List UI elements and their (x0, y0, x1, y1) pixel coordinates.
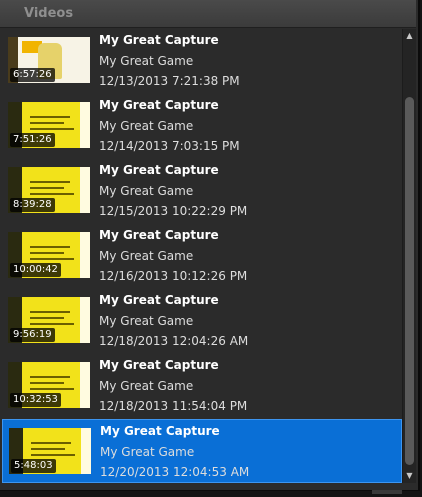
video-date: 12/16/2013 10:12:26 PM (99, 269, 248, 283)
video-game: My Great Game (99, 379, 194, 393)
video-date: 12/18/2013 12:04:26 AM (99, 334, 249, 348)
video-date: 12/20/2013 12:04:53 AM (100, 465, 250, 479)
video-duration: 10:00:42 (10, 263, 61, 277)
video-item[interactable]: 9:56:19 My Great Capture My Great Game 1… (2, 289, 402, 353)
video-thumbnail: 5:48:03 (9, 428, 91, 474)
video-game: My Great Game (100, 445, 195, 459)
panel-title: Videos (24, 6, 74, 21)
arrow-up-icon[interactable]: ▲ (403, 29, 416, 43)
video-title: My Great Capture (99, 98, 219, 112)
video-item[interactable]: 8:39:28 My Great Capture My Great Game 1… (2, 159, 402, 223)
video-duration: 5:48:03 (11, 459, 56, 473)
video-title: My Great Capture (100, 424, 220, 438)
resize-grip (372, 490, 402, 494)
video-title: My Great Capture (99, 163, 219, 177)
video-game: My Great Game (99, 249, 194, 263)
video-duration: 10:32:53 (10, 393, 61, 407)
video-title: My Great Capture (99, 228, 219, 242)
vertical-scrollbar[interactable]: ▲ ▼ (402, 29, 416, 483)
video-duration: 6:57:26 (10, 68, 55, 82)
video-title: My Great Capture (99, 33, 219, 47)
video-thumbnail: 6:57:26 (8, 37, 90, 83)
video-game: My Great Game (99, 314, 194, 328)
video-item[interactable]: 6:57:26 My Great Capture My Great Game 1… (2, 29, 402, 93)
video-date: 12/14/2013 7:03:15 PM (99, 139, 240, 153)
videos-panel: Videos 6:57:26 My Great Capture My Great… (0, 0, 420, 491)
video-date: 12/13/2013 7:21:38 PM (99, 74, 240, 88)
video-duration: 8:39:28 (10, 198, 55, 212)
video-title: My Great Capture (99, 358, 219, 372)
video-duration: 9:56:19 (10, 328, 55, 342)
panel-header: Videos (0, 0, 416, 28)
video-game: My Great Game (99, 184, 194, 198)
video-game: My Great Game (99, 119, 194, 133)
video-item[interactable]: 10:32:53 My Great Capture My Great Game … (2, 354, 402, 418)
video-duration: 7:51:26 (10, 133, 55, 147)
scrollbar-thumb[interactable] (405, 97, 414, 465)
video-thumbnail: 10:32:53 (8, 362, 90, 408)
video-item[interactable]: 7:51:26 My Great Capture My Great Game 1… (2, 94, 402, 158)
video-item-selected[interactable]: 5:48:03 My Great Capture My Great Game 1… (2, 419, 402, 483)
video-game: My Great Game (99, 54, 194, 68)
video-date: 12/15/2013 10:22:29 PM (99, 204, 248, 218)
video-thumbnail: 10:00:42 (8, 232, 90, 278)
video-thumbnail: 8:39:28 (8, 167, 90, 213)
video-title: My Great Capture (99, 293, 219, 307)
video-thumbnail: 7:51:26 (8, 102, 90, 148)
arrow-down-icon[interactable]: ▼ (403, 469, 416, 483)
video-item[interactable]: 10:00:42 My Great Capture My Great Game … (2, 224, 402, 288)
video-date: 12/18/2013 11:54:04 PM (99, 399, 248, 413)
video-thumbnail: 9:56:19 (8, 297, 90, 343)
video-list: 6:57:26 My Great Capture My Great Game 1… (2, 29, 402, 484)
